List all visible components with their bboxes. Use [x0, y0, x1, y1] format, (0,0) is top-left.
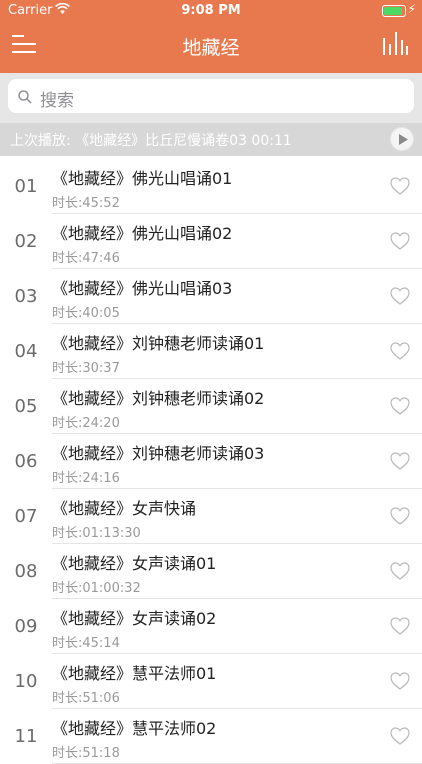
heart-icon[interactable] [390, 287, 410, 305]
track-number: 08 [14, 561, 38, 582]
track-title: 《地藏经》佛光山唱诵03 [52, 279, 233, 298]
track-title: 《地藏经》女声快诵 [52, 499, 197, 518]
heart-icon[interactable] [390, 672, 410, 690]
track-row[interactable]: 09 《地藏经》女声读诵02 时长:45:14 [0, 599, 422, 654]
track-row[interactable]: 11 《地藏经》慧平法师02 时长:51:18 [0, 709, 422, 764]
track-row[interactable]: 07 《地藏经》女声快诵时长:01:13:30 [0, 489, 422, 544]
page-title: 地藏经 [182, 37, 240, 59]
track-number: 06 [14, 451, 38, 472]
track-duration: 时长:51:18 [52, 746, 120, 761]
track-number: 01 [14, 176, 38, 197]
status-time: 9:08 PM [181, 3, 241, 18]
play-icon [399, 134, 408, 145]
top-bar: Carrier 9:08 PM ⚡ 地藏经 [0, 0, 422, 73]
nav-bar: 地藏经 [0, 22, 422, 73]
track-number: 02 [14, 231, 38, 252]
track-duration: 时长:01:13:30 [52, 526, 141, 541]
play-button[interactable] [390, 127, 414, 151]
heart-icon[interactable] [390, 232, 410, 250]
last-played-banner[interactable]: 上次播放: 《地藏经》比丘尼慢诵卷03 00:11 [0, 123, 422, 156]
track-title: 《地藏经》佛光山唱诵01 [52, 169, 233, 188]
track-number: 10 [14, 671, 38, 692]
track-duration: 时长:30:37 [52, 361, 120, 376]
track-number: 11 [14, 726, 38, 747]
status-bar: Carrier 9:08 PM ⚡ [0, 0, 422, 22]
track-row[interactable]: 04 《地藏经》刘钟穗老师读诵01 时长:30:37 [0, 324, 422, 379]
heart-icon[interactable] [390, 342, 410, 360]
track-duration: 时长:51:06 [52, 691, 120, 706]
track-row[interactable]: 05 《地藏经》刘钟穗老师读诵02 时长:24:20 [0, 379, 422, 434]
track-row[interactable]: 10 《地藏经》慧平法师01 时长:51:06 [0, 654, 422, 709]
track-list: 01 《地藏经》佛光山唱诵01 时长:45:52 02 《地藏经》佛光山唱诵02 时长:4… [0, 159, 422, 764]
heart-icon[interactable] [390, 452, 410, 470]
track-duration: 时长:01:00:32 [52, 581, 141, 596]
track-duration: 时长:24:16 [52, 471, 120, 486]
charging-icon: ⚡ [407, 2, 416, 16]
heart-icon[interactable] [390, 562, 410, 580]
track-title: 《地藏经》刘钟穗老师读诵02 [52, 389, 265, 408]
battery-icon [382, 5, 406, 17]
track-number: 05 [14, 396, 38, 417]
track-duration: 时长:24:20 [52, 416, 120, 431]
track-number: 04 [14, 341, 38, 362]
search-placeholder: 搜索 [40, 91, 74, 111]
track-title: 《地藏经》刘钟穗老师读诵03 [52, 444, 265, 463]
track-row[interactable]: 02 《地藏经》佛光山唱诵02 时长:47:46 [0, 214, 422, 269]
track-title: 《地藏经》女声读诵01 [52, 554, 217, 573]
track-row[interactable]: 01 《地藏经》佛光山唱诵01 时长:45:52 [0, 159, 422, 214]
search-bar: 搜索 [0, 73, 422, 123]
track-title: 《地藏经》女声读诵02 [52, 609, 217, 628]
track-row[interactable]: 03 《地藏经》佛光山唱诵03 时长:40:05 [0, 269, 422, 324]
track-duration: 时长:45:52 [52, 196, 120, 211]
last-played-text: 上次播放: 《地藏经》比丘尼慢诵卷03 00:11 [10, 133, 292, 149]
heart-icon[interactable] [390, 727, 410, 745]
track-duration: 时长:40:05 [52, 306, 120, 321]
track-title: 《地藏经》慧平法师01 [52, 664, 217, 683]
track-title: 《地藏经》慧平法师02 [52, 719, 217, 738]
heart-icon[interactable] [390, 177, 410, 195]
heart-icon[interactable] [390, 507, 410, 525]
track-row[interactable]: 06 《地藏经》刘钟穗老师读诵03 时长:24:16 [0, 434, 422, 489]
track-number: 09 [14, 616, 38, 637]
track-duration: 时长:47:46 [52, 251, 120, 266]
track-row[interactable]: 08 《地藏经》女声读诵01 时长:01:00:32 [0, 544, 422, 599]
track-title: 《地藏经》刘钟穗老师读诵01 [52, 334, 265, 353]
search-input[interactable]: 搜索 [8, 79, 414, 113]
track-duration: 时长:45:14 [52, 636, 120, 651]
track-title: 《地藏经》佛光山唱诵02 [52, 224, 233, 243]
equalizer-icon[interactable] [382, 30, 408, 56]
track-number: 03 [14, 286, 38, 307]
search-icon [18, 89, 32, 104]
track-number: 07 [14, 506, 38, 527]
heart-icon[interactable] [390, 617, 410, 635]
heart-icon[interactable] [390, 397, 410, 415]
